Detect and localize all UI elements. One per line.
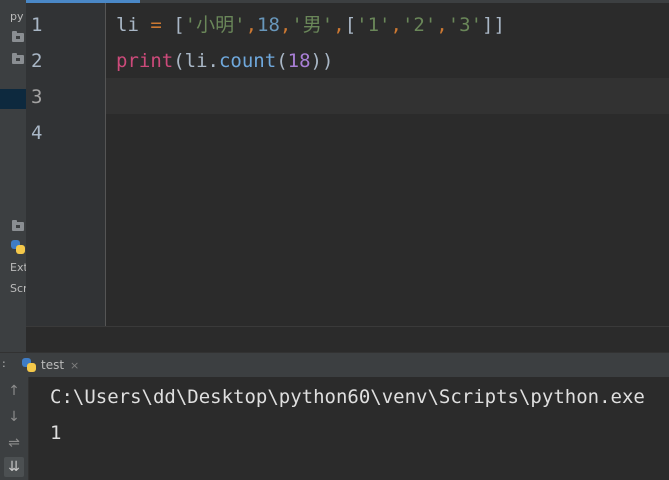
project-row-python-file[interactable]	[0, 238, 26, 256]
run-toolbar: ↑ ↓ ⇌ ⇊	[0, 377, 29, 480]
token-builtin-function: print	[116, 50, 174, 72]
code-editor[interactable]: li = ['小明',18,'男',['1','2','3']] print(l…	[106, 3, 669, 326]
project-row-py[interactable]: py	[0, 8, 26, 26]
token-method: count	[218, 50, 277, 72]
project-row-folder-3[interactable]	[0, 217, 26, 235]
arrow-up-icon[interactable]: ↑	[4, 381, 24, 401]
code-line-2[interactable]: print(li.count(18))	[116, 43, 333, 79]
run-console[interactable]: C:\Users\dd\Desktop\python60\venv\Script…	[29, 377, 669, 480]
token-number: 18	[287, 50, 311, 72]
console-line: 1	[50, 422, 62, 444]
project-selected-row[interactable]	[0, 89, 26, 109]
token-paren: (	[276, 50, 288, 72]
editor-bottom-area	[26, 326, 669, 353]
current-line-highlight	[106, 78, 669, 114]
run-tab-label: test	[41, 358, 65, 372]
token-comma: ,	[390, 14, 402, 36]
token-comma: ,	[279, 14, 292, 36]
soft-wrap-icon[interactable]: ⇌	[4, 433, 24, 453]
token-bracket: [	[173, 14, 185, 36]
run-tool-window-header: : test ×	[0, 352, 669, 378]
line-number-gutter: 1 2 3 4	[26, 3, 106, 326]
line-number: 2	[31, 50, 43, 72]
token-string: '2'	[401, 14, 437, 36]
project-row-label: py	[10, 10, 24, 23]
token-paren: (	[173, 50, 185, 72]
token-operator: =	[138, 14, 174, 36]
folder-icon	[12, 220, 24, 231]
token-object: li.	[184, 50, 219, 72]
project-row-scratches[interactable]: Scr	[0, 280, 26, 298]
token-string: '小明'	[184, 14, 246, 36]
token-comma: ,	[245, 14, 258, 36]
token-paren: ))	[310, 50, 334, 72]
folder-icon	[12, 53, 24, 64]
token-comma: ,	[436, 14, 448, 36]
line-number: 3	[31, 86, 43, 108]
line-number: 1	[31, 14, 43, 36]
project-row-folder-1[interactable]	[0, 28, 26, 46]
console-line: C:\Users\dd\Desktop\python60\venv\Script…	[50, 386, 645, 408]
token-bracket: ]]	[482, 14, 505, 36]
token-string: '1'	[356, 14, 391, 36]
scroll-to-end-icon[interactable]: ⇊	[4, 457, 24, 477]
project-row-folder-2[interactable]	[0, 50, 26, 68]
token-string: '3'	[447, 14, 483, 36]
arrow-down-icon[interactable]: ↓	[4, 407, 24, 427]
project-row-label: Scr	[10, 282, 27, 295]
project-row-label: Ext	[10, 261, 27, 274]
token-bracket: [	[344, 14, 357, 36]
run-tab-test[interactable]: test ×	[22, 353, 79, 377]
run-label: :	[2, 357, 6, 370]
folder-icon	[12, 31, 24, 42]
token-comma: ,	[333, 14, 345, 36]
project-panel: py Ext Scr	[0, 0, 27, 352]
python-icon	[22, 358, 36, 372]
line-number: 4	[31, 122, 43, 144]
project-row-external-libraries[interactable]: Ext	[0, 259, 26, 277]
python-file-icon	[11, 240, 25, 254]
close-icon[interactable]: ×	[70, 359, 79, 372]
token-variable: li	[116, 14, 139, 36]
token-string: '男'	[291, 14, 334, 36]
token-number: 18	[257, 14, 280, 36]
code-line-1[interactable]: li = ['小明',18,'男',['1','2','3']]	[116, 7, 505, 43]
